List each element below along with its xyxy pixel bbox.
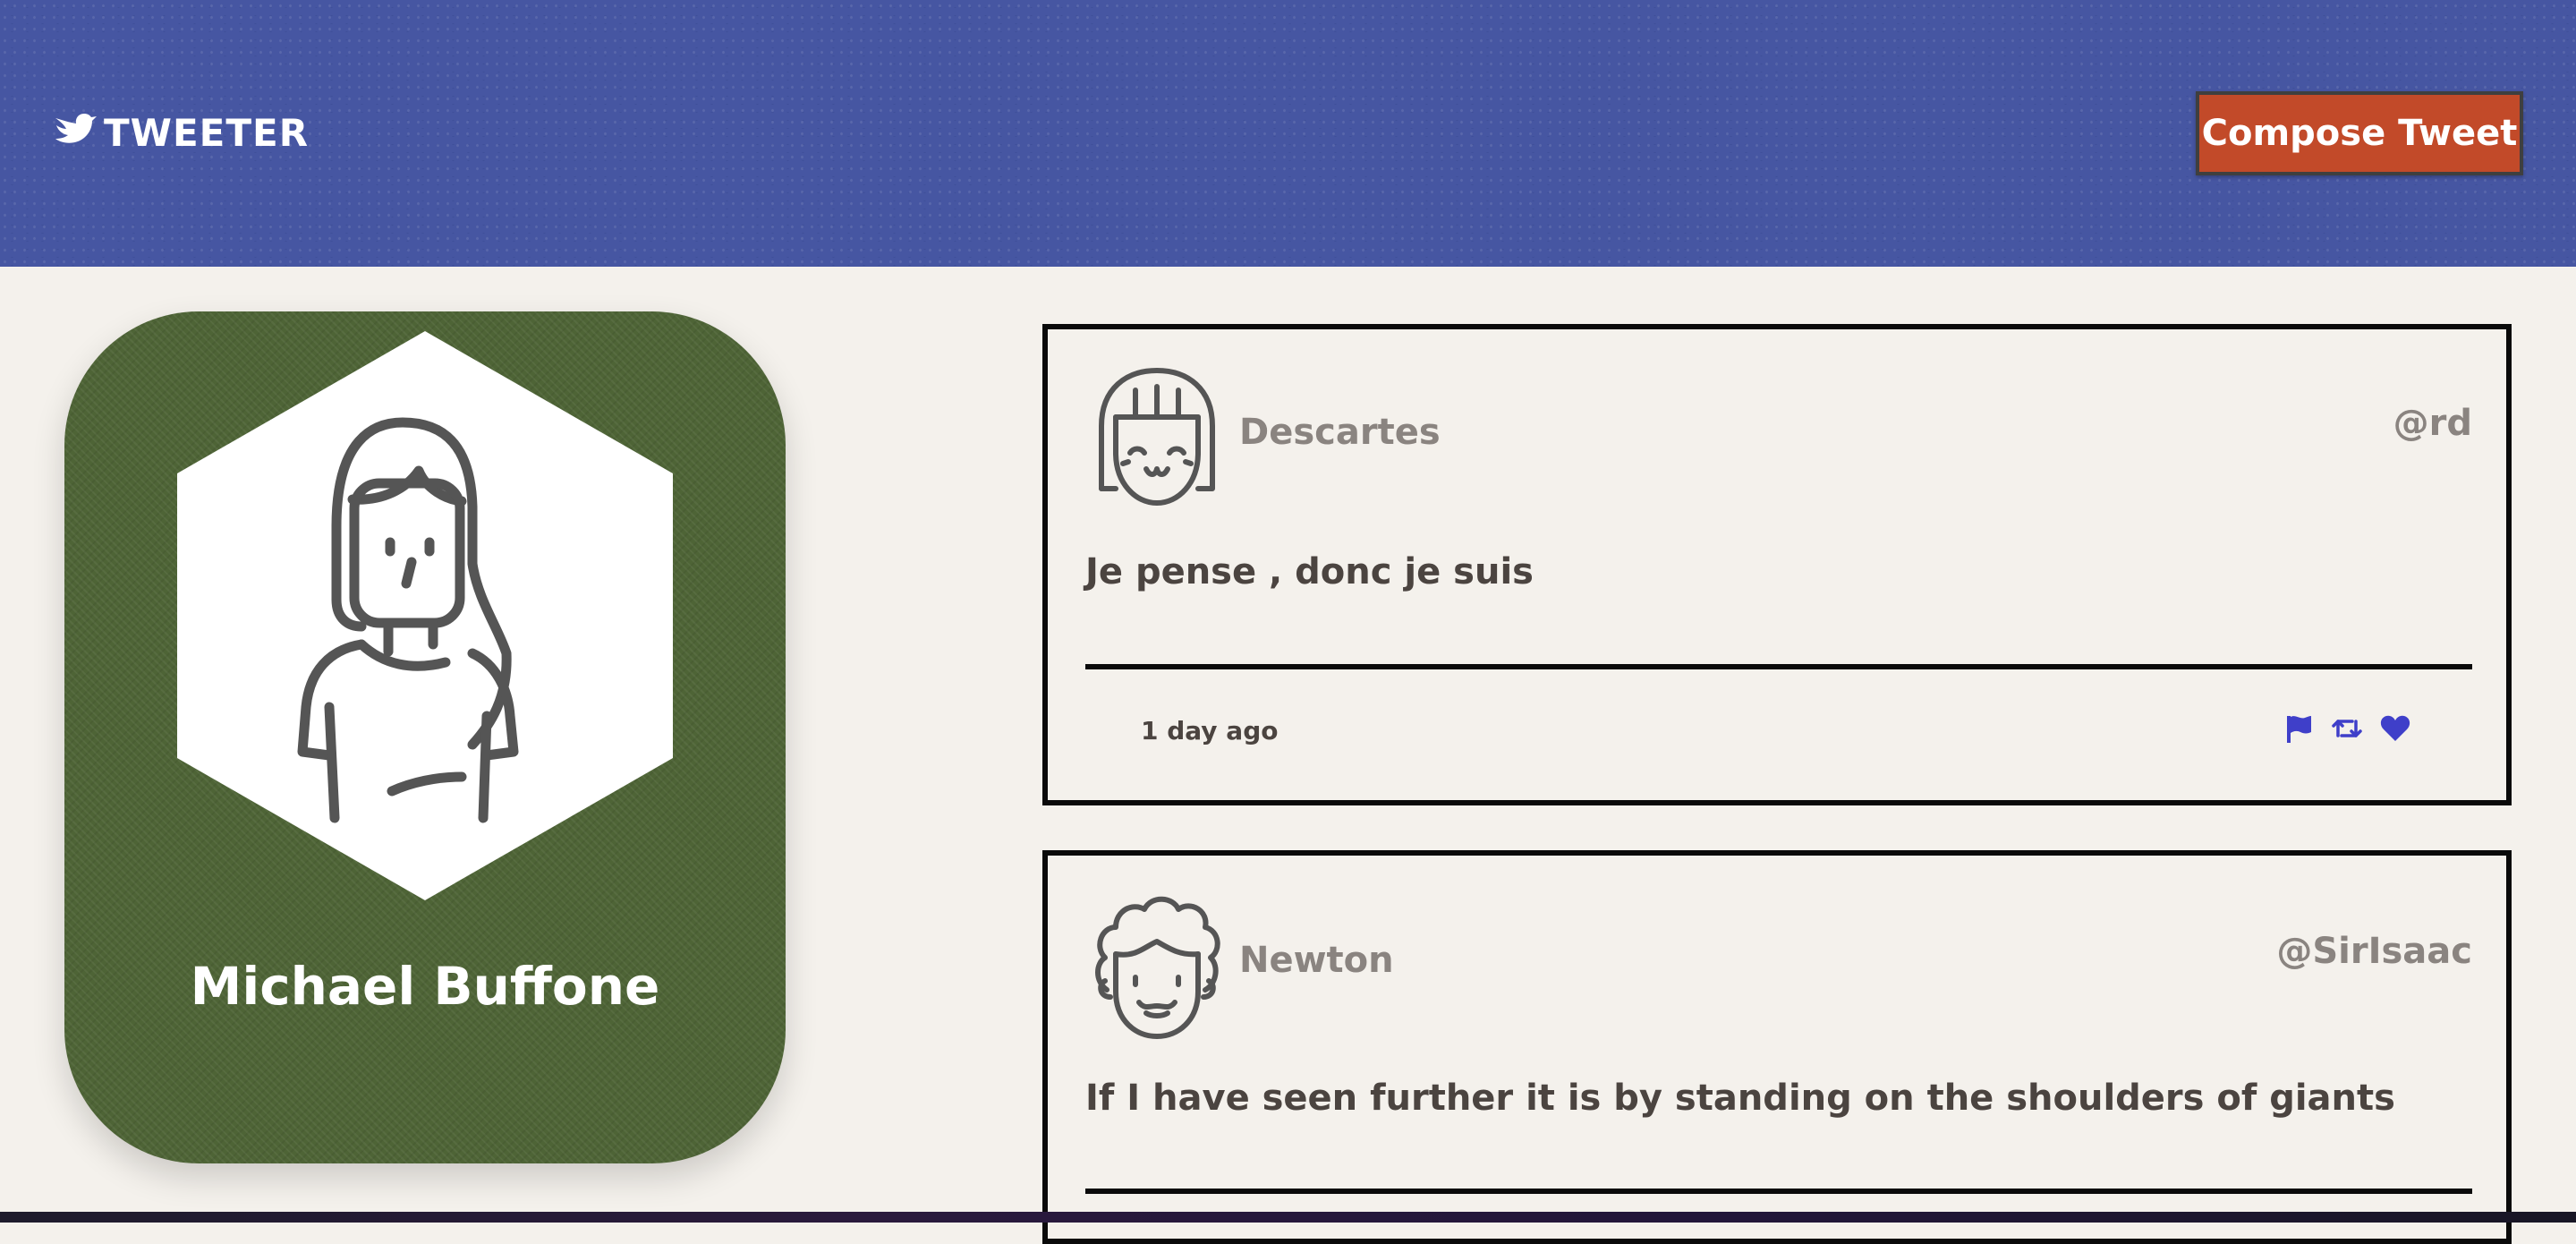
heart-icon[interactable] (2379, 712, 2411, 745)
tweet-divider (1085, 1189, 2472, 1194)
tweet-card: Newton @SirIsaac If I have seen further … (1042, 850, 2512, 1244)
tweet-divider (1085, 664, 2472, 669)
retweet-icon[interactable] (2331, 712, 2363, 745)
tweet-author-name[interactable]: Newton (1239, 940, 1394, 981)
tweet-actions (2283, 712, 2411, 745)
tweet-text: Je pense , donc je suis (1085, 551, 1534, 592)
top-nav: TWEETER Compose Tweet (0, 0, 2576, 267)
flag-icon[interactable] (2283, 712, 2315, 745)
tweet-author-name[interactable]: Descartes (1239, 412, 1441, 453)
tweet-card: Descartes @rd Je pense , donc je suis 1 … (1042, 324, 2512, 805)
user-avatar-icon (297, 417, 519, 823)
brand-title: TWEETER (104, 110, 310, 155)
desktop-edge (0, 1212, 2576, 1223)
tweet-author-handle[interactable]: @rd (2393, 403, 2472, 444)
tweet-author-handle[interactable]: @SirIsaac (2276, 931, 2472, 972)
tweet-avatar (1091, 363, 1223, 514)
tweet-avatar (1091, 891, 1223, 1042)
bird-icon (52, 109, 104, 157)
profile-card: Michael Buffone (64, 311, 786, 1163)
girl-avatar-icon (1099, 368, 1215, 506)
tweet-text: If I have seen further it is by standing… (1085, 1078, 2395, 1119)
brand[interactable]: TWEETER (52, 107, 309, 158)
profile-avatar-frame (177, 331, 673, 900)
curly-hair-avatar-icon (1095, 896, 1220, 1039)
compose-tweet-button[interactable]: Compose Tweet (2196, 91, 2523, 175)
profile-name: Michael Buffone (190, 956, 660, 1017)
tweet-timestamp: 1 day ago (1141, 716, 1279, 746)
